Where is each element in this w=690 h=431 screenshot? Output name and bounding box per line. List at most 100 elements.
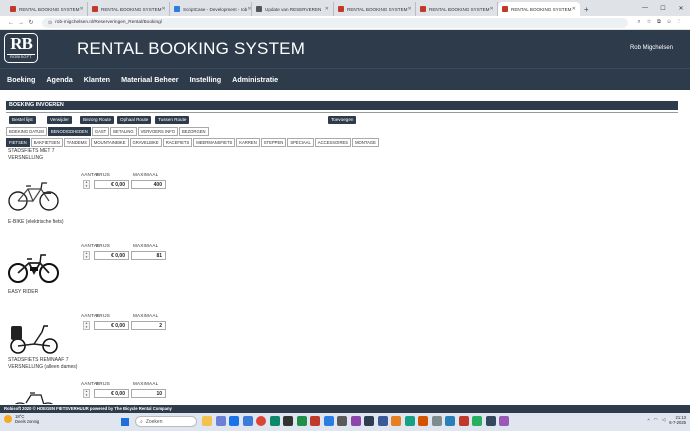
edge-icon[interactable]	[269, 416, 280, 426]
explorer-icon[interactable]	[202, 416, 212, 426]
minimize-icon[interactable]: —	[636, 0, 654, 16]
app-icon[interactable]	[499, 416, 509, 426]
chevron-up-icon[interactable]: ^	[648, 418, 650, 423]
back-icon[interactable]: ←	[6, 20, 16, 26]
qty-stepper[interactable]: ▲ ▼	[83, 389, 90, 398]
tab-karren[interactable]: KARREN	[236, 138, 260, 147]
nav-materiaal-beheer[interactable]: Materiaal Beheer	[121, 75, 179, 84]
tab-vervoers-info[interactable]: VERVOERS INFO	[137, 127, 179, 136]
max-field[interactable]: 10	[131, 389, 166, 398]
taskbar-search[interactable]: ⌕ Zoeken	[135, 416, 197, 427]
browser-tab[interactable]: RENTAL BOOKING SYSTEM ✕	[88, 2, 170, 16]
tab-accessoires[interactable]: ACCESSOIRES	[314, 138, 352, 147]
tab-bakfietsen[interactable]: BAKFIETSEN	[30, 138, 63, 147]
teams-icon[interactable]	[215, 416, 226, 426]
price-field[interactable]: € 0,00	[94, 180, 129, 189]
mail-icon[interactable]	[229, 416, 239, 426]
nav-instelling[interactable]: Instelling	[190, 75, 222, 84]
site-info-icon[interactable]: ⊙	[48, 20, 52, 26]
ophaal-route-button[interactable]: Ophaal Route	[117, 116, 152, 124]
browser-tab[interactable]: RENTAL BOOKING SYSTEM ✕	[416, 2, 498, 16]
reload-icon[interactable]: ↻	[26, 19, 36, 26]
nav-agenda[interactable]: Agenda	[46, 75, 72, 84]
tab-meermansfiets[interactable]: MEERMANSFIETS	[193, 138, 236, 147]
app-icon[interactable]	[458, 416, 469, 426]
close-tab-icon[interactable]: ✕	[408, 6, 412, 12]
user-name[interactable]: Rob Migchelsen	[630, 45, 673, 51]
close-tab-icon[interactable]: ✕	[325, 6, 329, 12]
close-window-icon[interactable]: ✕	[672, 0, 690, 16]
close-tab-icon[interactable]: ✕	[80, 6, 84, 12]
max-field[interactable]: 81	[131, 251, 166, 260]
app-icon[interactable]	[472, 416, 482, 426]
close-tab-icon[interactable]: ✕	[162, 6, 166, 12]
browser-tab[interactable]: ScriptCase - Development - rob ✕	[170, 2, 252, 16]
verwijder-button[interactable]: Verwijder	[47, 116, 72, 124]
settings-icon[interactable]	[337, 416, 347, 426]
close-tab-icon[interactable]: ✕	[490, 6, 494, 12]
menu-dots-icon[interactable]: ⋮	[674, 19, 684, 26]
outlook-icon[interactable]	[323, 416, 334, 426]
tab-montage[interactable]: MONTAGE	[352, 138, 379, 147]
terminal-icon[interactable]	[283, 416, 293, 426]
tab-mountainbike[interactable]: MOUNTAINBIKE	[90, 138, 129, 147]
powerpoint-icon[interactable]	[310, 416, 320, 426]
nav-klanten[interactable]: Klanten	[84, 75, 110, 84]
app-icon[interactable]	[404, 416, 415, 426]
filezilla-icon[interactable]	[418, 416, 428, 426]
tussen-route-button[interactable]: Tussen Route	[155, 116, 190, 124]
tab-benodigdheden[interactable]: BENODIGDHEDEN	[47, 127, 91, 136]
qty-stepper[interactable]: ▲ ▼	[83, 251, 90, 260]
qty-stepper[interactable]: ▲ ▼	[83, 180, 90, 189]
close-tab-icon[interactable]: ✕	[572, 6, 576, 12]
app-icon[interactable]	[485, 416, 496, 426]
extensions-icon[interactable]: ⧉	[654, 19, 664, 26]
onenote-icon[interactable]	[350, 416, 361, 426]
toevoegen-button[interactable]: Toevoegen	[328, 116, 357, 124]
price-field[interactable]: € 0,00	[94, 389, 129, 398]
forward-icon[interactable]: →	[16, 20, 26, 26]
app-icon[interactable]	[391, 416, 401, 426]
start-icon[interactable]	[121, 418, 129, 426]
chrome-icon[interactable]	[256, 416, 266, 426]
browser-tab[interactable]: Update van RESERVEREN ✕	[252, 2, 334, 16]
robisoft-logo[interactable]: RB ROBISOFT	[4, 33, 38, 63]
wifi-icon[interactable]: ◠	[654, 417, 658, 423]
price-field[interactable]: € 0,00	[94, 251, 129, 260]
tab-tandems[interactable]: TANDEMS	[63, 138, 90, 147]
app-icon[interactable]	[445, 416, 455, 426]
profile-icon[interactable]: ☺	[664, 19, 674, 26]
url-field[interactable]: ⊙ rob-migchelsen.nl/Reserveringen_Rental/…	[42, 17, 628, 28]
tab-gast[interactable]: GAST	[91, 127, 110, 136]
nav-boeking[interactable]: Boeking	[7, 75, 35, 84]
app-icon[interactable]	[431, 416, 442, 426]
bookmark-star-icon[interactable]: ☆	[644, 19, 654, 26]
max-field[interactable]: 2	[131, 321, 166, 330]
tab-steppen[interactable]: STEPPEN	[260, 138, 287, 147]
close-tab-icon[interactable]: ✕	[247, 6, 251, 12]
volume-icon[interactable]: ◁	[662, 417, 666, 423]
new-tab-icon[interactable]: +	[584, 5, 589, 14]
price-field[interactable]: € 0,00	[94, 321, 129, 330]
weather-widget[interactable]: 18°C Deels zonnig	[4, 414, 39, 424]
tab-betaling[interactable]: BETALING	[110, 127, 137, 136]
bezorg-route-button[interactable]: Bezorg Route	[80, 116, 115, 124]
nav-administratie[interactable]: Administratie	[232, 75, 278, 84]
tab-racefiets[interactable]: RACEFIETS	[162, 138, 193, 147]
zoom-icon[interactable]: ⌕	[634, 19, 644, 26]
tab-bezorgen[interactable]: BEZORGEN	[179, 127, 209, 136]
browser-tab[interactable]: RENTAL BOOKING SYSTEM ✕	[6, 2, 88, 16]
clock[interactable]: 21:13 6-7-2025	[669, 415, 686, 425]
maximize-icon[interactable]: ☐	[654, 0, 672, 16]
tab-boeking-datum[interactable]: BOEKING DATUM	[6, 127, 47, 136]
word-icon[interactable]	[242, 416, 253, 426]
max-field[interactable]: 400	[131, 180, 166, 189]
qty-stepper[interactable]: ▲ ▼	[83, 321, 90, 330]
tab-fietsen[interactable]: FIETSEN	[6, 138, 30, 147]
excel-icon[interactable]	[296, 416, 307, 426]
tab-speciaal[interactable]: SPECIAAL	[287, 138, 314, 147]
vscode-icon[interactable]	[377, 416, 388, 426]
bestel-lijst-button[interactable]: Bestel lijst	[9, 116, 36, 124]
tab-gravelbike[interactable]: GRAVELBIKE	[129, 138, 162, 147]
store-icon[interactable]	[364, 416, 374, 426]
